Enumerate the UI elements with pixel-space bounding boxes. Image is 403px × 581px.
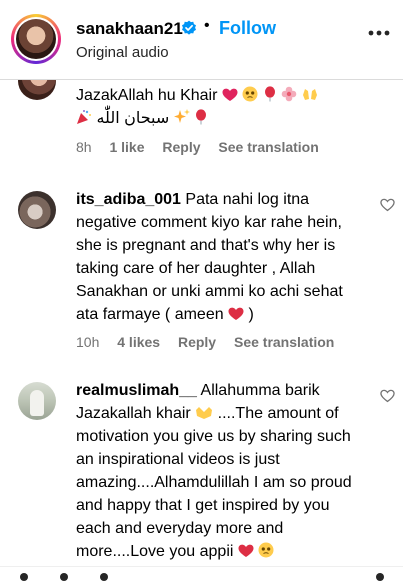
avatar-photo [16,19,56,59]
original-audio-link[interactable]: Original audio [76,44,169,61]
commenter-avatar[interactable] [18,191,56,229]
pleading-face-emoji-icon [242,86,258,102]
comment-text-line: Allahumma barik [200,382,320,399]
flower-emoji-icon [281,86,297,102]
reply-button[interactable]: Reply [178,334,216,350]
verified-badge-icon [182,20,196,35]
commenter-username[interactable]: realmuslimah__ [76,382,197,399]
comment-text: its_adiba_001 Pata nahi log itna negativ… [76,188,358,326]
balloon-emoji-icon [196,109,207,125]
comment-text-end: ) [248,306,254,323]
heart-emoji-icon [238,544,254,557]
comment-likes[interactable]: 4 likes [117,334,160,350]
comment-meta: 8h 1 like Reply See translation [76,139,333,155]
comment-text-line: Jazakallah khair [76,405,191,422]
heart-outline-icon[interactable] [380,389,395,403]
comment-time: 10h [76,334,100,350]
comment-text-arabic: سبحان اللّٰه [96,110,170,127]
reply-button[interactable]: Reply [162,139,200,155]
heart-emoji-icon [228,307,244,320]
see-translation-button[interactable]: See translation [234,334,334,350]
comment-text-content: ....The amount of motivation you give us… [76,405,352,560]
post-header: sanakhaan21 • Follow Original audio [0,0,403,80]
heart-emoji-icon [222,88,238,101]
more-options-icon[interactable] [368,30,390,36]
pleading-face-emoji-icon [258,542,274,558]
balloon-emoji-icon [264,86,275,102]
comment-time: 8h [76,139,92,155]
comment-meta: 10h 4 likes Reply See translation [76,334,348,350]
bottom-action-bar [0,566,403,581]
comment-likes[interactable]: 1 like [109,139,144,155]
profile-username[interactable]: sanakhaan21 [76,19,183,39]
comment-text: realmuslimah__ Allahumma barik Jazakalla… [76,379,358,563]
sparkles-emoji-icon [173,109,190,123]
heart-outline-icon[interactable] [380,198,395,212]
separator-dot: • [204,17,210,34]
see-translation-button[interactable]: See translation [218,139,318,155]
open-hands-emoji-icon [302,89,317,100]
party-popper-emoji-icon [77,110,91,124]
avatar-photo [30,390,44,416]
comment-text: JazakAllah hu Khair سبحان اللّٰه [76,84,358,130]
commenter-username[interactable]: its_adiba_001 [76,191,181,208]
profile-avatar[interactable] [11,14,61,64]
comment-text-line: JazakAllah hu Khair [76,87,218,104]
comment-text-content: Pata nahi log itna negative comment kiyo… [76,191,343,323]
follow-button[interactable]: Follow [219,18,276,39]
heart-hands-emoji-icon [196,407,213,419]
avatar-ring-gap [14,17,58,61]
commenter-avatar[interactable] [18,382,56,420]
